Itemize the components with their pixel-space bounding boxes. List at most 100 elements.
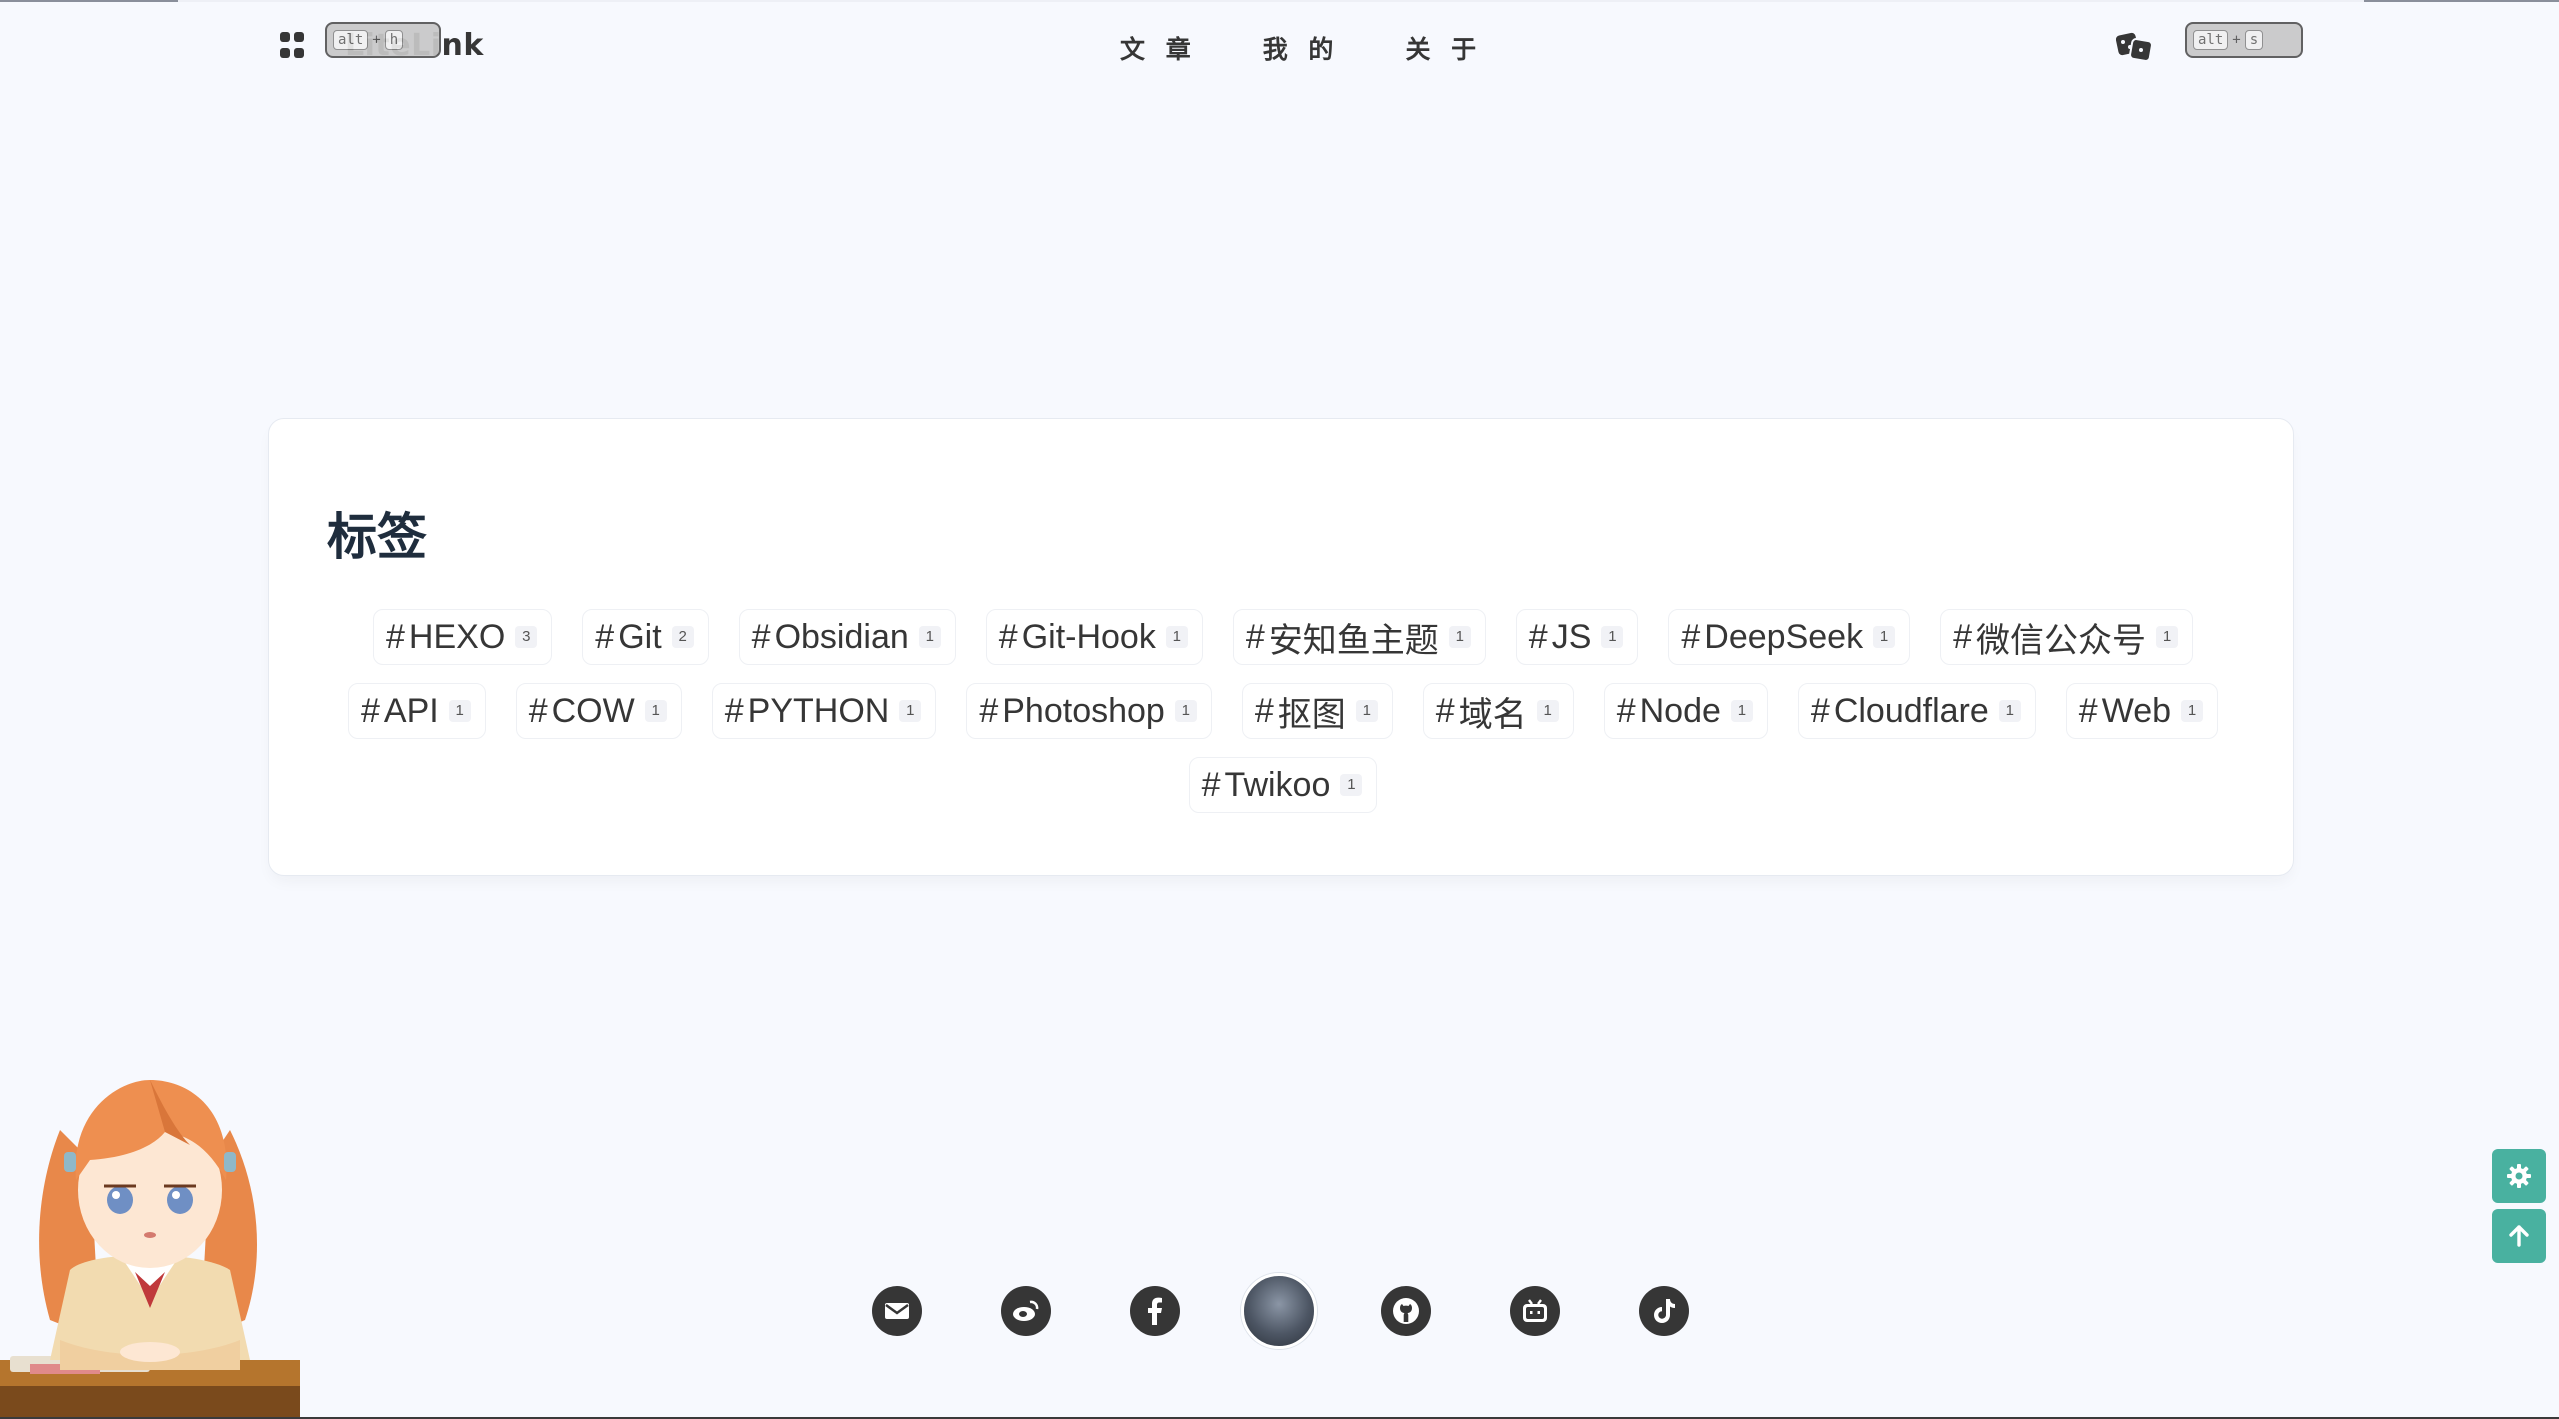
tag-count-badge: 1 [1174, 700, 1197, 722]
random-dice-icon[interactable] [2115, 30, 2155, 64]
nav-item-about[interactable]: 关 于 [1405, 30, 1482, 66]
weibo-icon[interactable] [1001, 1286, 1051, 1336]
tag-name: DeepSeek [1704, 617, 1864, 656]
tag-item[interactable]: # Web 1 [2065, 683, 2219, 739]
tag-hash-symbol: # [360, 691, 380, 730]
tag-name: COW [551, 691, 635, 730]
tag-item[interactable]: # Git-Hook 1 [985, 609, 1203, 665]
gear-icon [2507, 1164, 2531, 1188]
tag-count-badge: 1 [2156, 626, 2178, 648]
tag-count-badge: 1 [1998, 700, 2021, 722]
tag-name: Photoshop [1002, 691, 1165, 730]
tag-cloud: # HEXO 3 # Git 2 # Obsidian 1 # Git-Hook 1 # 安知鱼主题 1 # J… [325, 609, 2241, 813]
tag-count-badge: 1 [1340, 774, 1363, 796]
tag-item[interactable]: # 抠图 1 [1241, 683, 1393, 739]
tag-count-badge: 1 [644, 700, 667, 722]
live2d-mascot[interactable] [0, 1040, 310, 1419]
tag-item[interactable]: # HEXO 3 [373, 609, 553, 665]
tag-hash-symbol: # [528, 691, 548, 730]
tag-name: 抠图 [1277, 695, 1346, 734]
tag-count-badge: 1 [2181, 700, 2204, 722]
tag-hash-symbol: # [1254, 691, 1274, 730]
tag-count-badge: 1 [448, 700, 471, 722]
shortcut-key-alt: alt [333, 30, 369, 50]
avatar[interactable] [1241, 1273, 1317, 1349]
tag-hash-symbol: # [1245, 617, 1265, 656]
nav-item-articles[interactable]: 文 章 [1120, 30, 1197, 66]
tag-name: Cloudflare [1833, 691, 1989, 730]
tag-hash-symbol: # [1201, 765, 1221, 804]
menu-grid-icon[interactable] [280, 32, 304, 60]
tag-hash-symbol: # [1616, 691, 1636, 730]
email-icon[interactable] [872, 1286, 922, 1336]
tag-name: HEXO [408, 617, 506, 656]
tag-hash-symbol: # [1435, 691, 1455, 730]
tag-count-badge: 1 [1165, 626, 1188, 648]
bilibili-icon[interactable] [1510, 1286, 1560, 1336]
tag-name: 域名 [1458, 695, 1527, 734]
tag-hash-symbol: # [2078, 691, 2098, 730]
tag-count-badge: 1 [1873, 626, 1896, 648]
tag-name: Obsidian [774, 617, 909, 656]
tag-item[interactable]: # 安知鱼主题 1 [1232, 609, 1486, 665]
tags-card: 标签 # HEXO 3 # Git 2 # Obsidian 1 # Git-Hook 1 # 安知鱼主题… [268, 418, 2294, 876]
tag-count-badge: 1 [1536, 700, 1559, 722]
tag-hash-symbol: # [1681, 617, 1701, 656]
site-header: LiteLink alt+h 文 章 我 的 关 于 alt+s [0, 0, 2559, 96]
tag-hash-symbol: # [1810, 691, 1830, 730]
shortcut-key-h: h [384, 30, 404, 50]
page-title: 标签 [327, 508, 427, 566]
tag-item[interactable]: # API 1 [347, 683, 486, 739]
tag-hash-symbol: # [386, 617, 405, 656]
tag-item[interactable]: # Twikoo 1 [1188, 757, 1378, 813]
tag-hash-symbol: # [979, 691, 999, 730]
main-nav: 文 章 我 的 关 于 [1120, 30, 1482, 66]
tag-count-badge: 3 [515, 626, 538, 648]
tag-item[interactable]: # COW 1 [515, 683, 682, 739]
github-icon[interactable] [1381, 1286, 1431, 1336]
tag-name: Git [618, 617, 662, 656]
tag-name: 安知鱼主题 [1268, 621, 1439, 660]
tag-count-badge: 1 [1730, 700, 1753, 722]
tag-item[interactable]: # JS 1 [1515, 609, 1639, 665]
tag-item[interactable]: # Git 2 [582, 609, 709, 665]
arrow-up-icon [2509, 1225, 2529, 1247]
tag-item[interactable]: # Cloudflare 1 [1797, 683, 2036, 739]
tag-count-badge: 2 [671, 626, 694, 648]
tag-hash-symbol: # [595, 617, 615, 656]
tag-count-badge: 1 [1601, 626, 1624, 648]
facebook-icon[interactable] [1130, 1286, 1180, 1336]
tag-name: Node [1639, 691, 1721, 730]
tag-count-badge: 1 [1355, 700, 1378, 722]
shortcut-key-s: s [2244, 30, 2264, 50]
tag-item[interactable]: # 域名 1 [1422, 683, 1574, 739]
tag-item[interactable]: # Photoshop 1 [966, 683, 1212, 739]
tiktok-icon[interactable] [1639, 1286, 1689, 1336]
tag-name: PYTHON [747, 691, 890, 730]
tag-name: Git-Hook [1021, 617, 1156, 656]
back-to-top-button[interactable] [2492, 1209, 2546, 1263]
tag-name: 微信公众号 [1976, 621, 2146, 660]
shortcut-key-alt: alt [2193, 30, 2229, 50]
tag-hash-symbol: # [724, 691, 744, 730]
shortcut-hint-search: alt + s [2185, 22, 2303, 58]
tag-name: JS [1551, 617, 1592, 656]
tag-hash-symbol: # [751, 617, 771, 656]
tag-hash-symbol: # [1953, 617, 1972, 656]
tag-count-badge: 1 [1448, 626, 1471, 648]
tag-item[interactable]: # Node 1 [1603, 683, 1768, 739]
tag-item[interactable]: # Obsidian 1 [738, 609, 956, 665]
tag-count-badge: 1 [918, 626, 941, 648]
tag-count-badge: 1 [899, 700, 922, 722]
nav-item-mine[interactable]: 我 的 [1263, 30, 1340, 66]
footer-social-links [0, 1268, 2559, 1354]
tag-hash-symbol: # [1528, 617, 1548, 656]
tag-item[interactable]: # 微信公众号 1 [1940, 609, 2193, 665]
tag-item[interactable]: # DeepSeek 1 [1668, 609, 1911, 665]
tag-name: Twikoo [1224, 765, 1331, 804]
settings-button[interactable] [2492, 1149, 2546, 1203]
tag-item[interactable]: # PYTHON 1 [711, 683, 937, 739]
tag-name: Web [2101, 691, 2172, 730]
tag-hash-symbol: # [998, 617, 1018, 656]
tag-name: API [383, 691, 439, 730]
